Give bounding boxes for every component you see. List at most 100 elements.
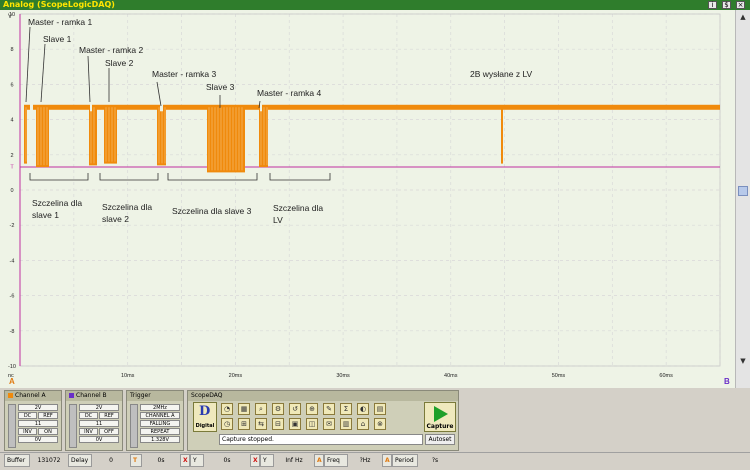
buffer-label: Buffer	[4, 454, 30, 467]
signal-burst	[259, 105, 268, 168]
toolbar-icon-0[interactable]: ◔	[221, 403, 233, 415]
y-tick-label: 2	[10, 153, 13, 159]
channel-b-row3[interactable]: 11	[79, 420, 119, 427]
channel-a-signal	[24, 104, 720, 173]
toolbar-icon-7[interactable]: Σ	[340, 403, 352, 415]
y-tick-label: -10	[8, 364, 16, 370]
label-gap-4b: LV	[273, 215, 283, 225]
channel-a-row3[interactable]: 11	[18, 420, 58, 427]
buffer-value: 131072	[37, 457, 61, 464]
y2-label: Y	[260, 454, 274, 467]
info-button[interactable]: i	[708, 1, 717, 9]
toolbar-icon-13[interactable]: ⊟	[272, 418, 284, 430]
toolbar-icon-17[interactable]: ▥	[340, 418, 352, 430]
a-label: A	[314, 454, 324, 467]
close-button[interactable]: ×	[736, 1, 745, 9]
window-title: Analog (ScopeLogicDAQ)	[3, 0, 115, 9]
y-tick-label: -8	[10, 329, 15, 335]
scroll-thumb[interactable]	[738, 186, 748, 196]
y-unit-label: V	[8, 14, 12, 20]
capture-button[interactable]: Capture	[424, 402, 456, 432]
gap-brackets	[29, 173, 331, 181]
settings-button[interactable]: $	[722, 1, 731, 9]
scroll-up-icon[interactable]: ▲	[738, 12, 748, 22]
toolbar-icon-10[interactable]: ◷	[221, 418, 233, 430]
inf-hz-value: Inf Hz	[285, 457, 303, 464]
toolbar-icon-16[interactable]: ✉	[323, 418, 335, 430]
signal-baseline	[24, 104, 720, 110]
channel-b-inv[interactable]: INV	[79, 428, 98, 435]
toolbar-icon-6[interactable]: ✎	[323, 403, 335, 415]
signal-gap	[30, 104, 33, 112]
channel-b-offset[interactable]: 0V	[79, 436, 119, 443]
oscilloscope-plot[interactable]: 10 8 6 4 2 T 0 -2 -4 -6 -8 -10 nc 10ms 20ms 30ms 40ms 50…	[0, 10, 750, 388]
toolbar-icon-15[interactable]: ◫	[306, 418, 318, 430]
toolbar-icon-12[interactable]: ⇆	[255, 418, 267, 430]
toolbar-icon-3[interactable]: ⚙	[272, 403, 284, 415]
y-tick-label: T	[10, 165, 14, 171]
a2-label: A	[382, 454, 392, 467]
trigger-title: Trigger	[127, 391, 183, 401]
signal-burst	[157, 105, 166, 166]
vertical-scrollbar[interactable]: ▲ ▼	[735, 10, 750, 388]
channel-b-coupling[interactable]: DC	[79, 412, 98, 419]
y-tick-label: 6	[10, 82, 13, 88]
channel-b-volts[interactable]: 2V	[79, 404, 119, 411]
x-tick-label: 40ms	[444, 373, 458, 379]
toolbar-icon-18[interactable]: ⌂	[357, 418, 369, 430]
toolbar-icon-19[interactable]: ⊗	[374, 418, 386, 430]
channel-a-offset[interactable]: 0V	[18, 436, 58, 443]
label-gap-3: Szczelina dla slave 3	[172, 206, 252, 216]
t-value: 0s	[157, 457, 165, 464]
channel-a-coupling[interactable]: DC	[18, 412, 37, 419]
play-icon	[434, 406, 448, 422]
channel-b-slider[interactable]	[69, 404, 77, 448]
freq-label: Freq	[324, 454, 348, 467]
channel-a-inv[interactable]: INV	[18, 428, 37, 435]
trigger-source[interactable]: CHANNEL A	[140, 412, 180, 419]
toolbar-icon-1[interactable]: ▦	[238, 403, 250, 415]
label-gap-2a: Szczelina dla	[102, 202, 152, 212]
label-slave-3: Slave 3	[206, 82, 235, 92]
label-slave-1: Slave 1	[43, 34, 72, 44]
trigger-slider[interactable]	[130, 404, 138, 448]
y-tick-labels: 108642T0-2-4-6-8-10	[8, 12, 16, 370]
trigger-edge[interactable]: FALLING	[140, 420, 180, 427]
digital-label: Digital	[195, 423, 215, 429]
label-lv-sent: 2B wysłane z LV	[470, 69, 533, 79]
toolbar-icon-5[interactable]: ⊕	[306, 403, 318, 415]
toolbar-icon-2[interactable]: ⌕	[255, 403, 267, 415]
trigger-mode[interactable]: REPEAT	[140, 428, 180, 435]
scroll-down-icon[interactable]: ▼	[738, 356, 748, 366]
period-label: Period	[392, 454, 418, 467]
label-master-1: Master - ramka 1	[28, 17, 93, 27]
channel-b-ref[interactable]: REF	[99, 412, 119, 419]
trigger-rate[interactable]: 2MHz	[140, 404, 180, 411]
channel-a-slider[interactable]	[8, 404, 16, 448]
toolbar-icon-11[interactable]: ⊞	[238, 418, 250, 430]
channel-a-color-icon	[8, 393, 13, 398]
autoset-button[interactable]: Autoset	[425, 434, 455, 445]
y-tick-label: 8	[10, 47, 13, 53]
toolbar-icon-8[interactable]: ◐	[357, 403, 369, 415]
toolbar-icon-14[interactable]: ▣	[289, 418, 301, 430]
label-gap-4a: Szczelina dla	[273, 203, 323, 213]
signal-burst	[89, 105, 97, 166]
digital-button[interactable]: D Digital	[193, 402, 217, 432]
toolbar-icon-9[interactable]: ▤	[374, 403, 386, 415]
x-tick-label: 60ms	[659, 373, 673, 379]
toolbar-icon-4[interactable]: ↺	[289, 403, 301, 415]
cursor-b-marker: B	[724, 377, 730, 386]
label-master-4: Master - ramka 4	[257, 88, 322, 98]
channel-a-volts[interactable]: 2V	[18, 404, 58, 411]
delay-value: 0	[109, 457, 113, 464]
channel-b-state[interactable]: OFF	[99, 428, 119, 435]
signal-gap	[160, 104, 163, 112]
x-cursor-icon: X	[180, 454, 190, 467]
channel-b-panel: Channel B 2V DC REF 11 INV OFF 0V	[65, 390, 123, 451]
channel-a-ref[interactable]: REF	[38, 412, 58, 419]
trigger-level[interactable]: 1.328V	[140, 436, 180, 443]
period-value: ?s	[431, 457, 439, 464]
label-master-2: Master - ramka 2	[79, 45, 144, 55]
channel-a-state[interactable]: ON	[38, 428, 58, 435]
